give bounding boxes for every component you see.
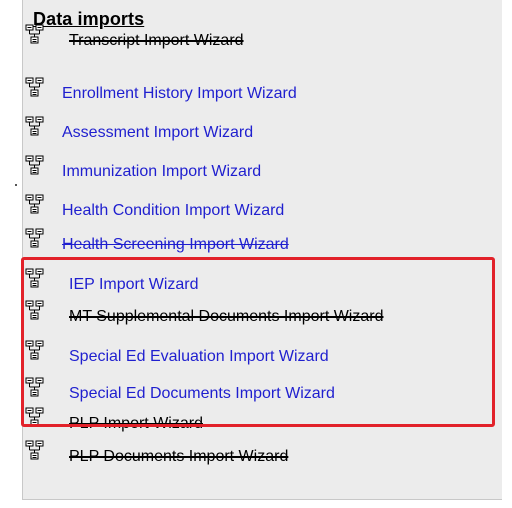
section-title: Data imports xyxy=(33,9,145,29)
item-label[interactable]: Health Condition Import Wizard xyxy=(62,202,284,220)
wizard-tree-icon xyxy=(25,77,45,101)
wizard-tree-icon xyxy=(25,440,45,464)
item-label: PLP Documents Import Wizard xyxy=(69,448,289,465)
item-label[interactable]: Immunization Import Wizard xyxy=(62,163,261,181)
stray-dot xyxy=(15,184,17,186)
item-label[interactable]: Assessment Import Wizard xyxy=(62,124,253,142)
wizard-tree-icon xyxy=(25,194,45,218)
wizard-tree-icon xyxy=(25,24,45,48)
highlight-box xyxy=(21,257,495,427)
wizard-tree-icon xyxy=(25,155,45,179)
wizard-tree-icon xyxy=(25,116,45,140)
item-label: Transcript Import Wizard xyxy=(69,32,244,49)
item-label[interactable]: Health Screening Import Wizard xyxy=(62,236,289,254)
item-label[interactable]: Enrollment History Import Wizard xyxy=(62,85,297,103)
wizard-tree-icon xyxy=(25,228,45,252)
